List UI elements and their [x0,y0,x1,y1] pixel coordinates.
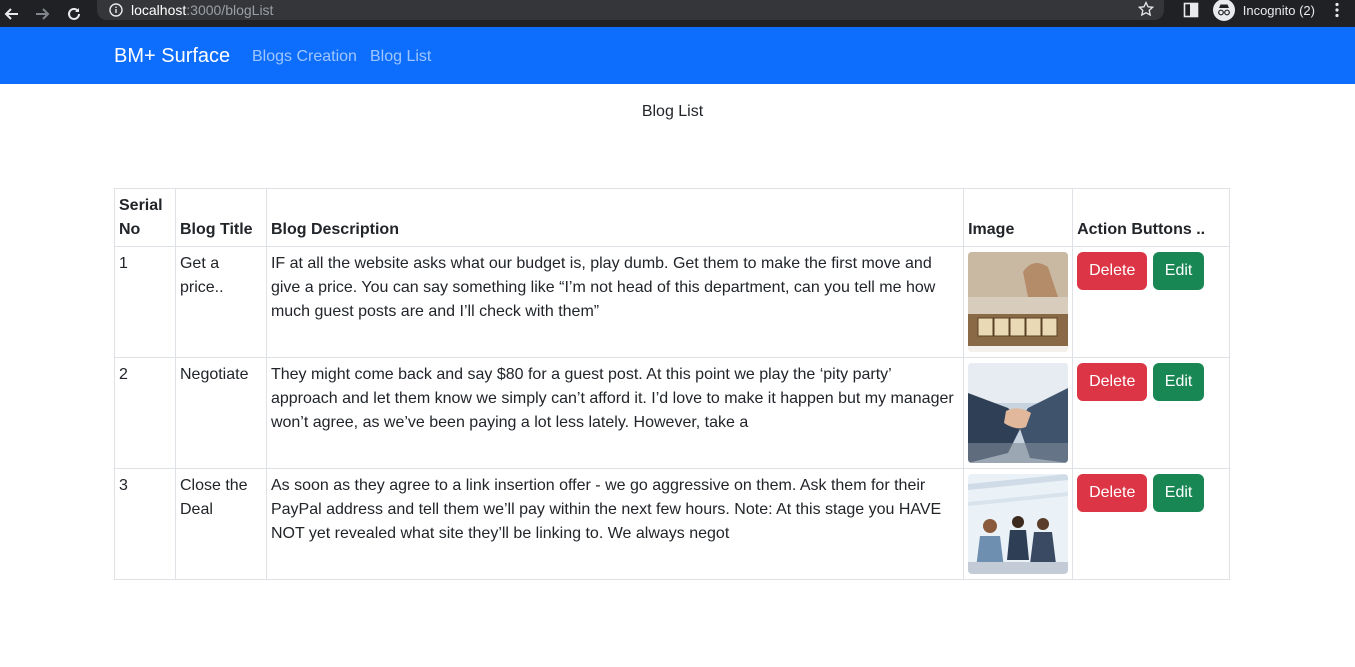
bookmark-star-icon[interactable] [1138,1,1154,17]
row-actions: Delete Edit [1072,357,1230,469]
header-action-buttons: Action Buttons .. [1072,188,1230,247]
price-blocks-image [968,252,1069,352]
more-menu-icon[interactable] [1335,2,1339,18]
delete-button[interactable]: Delete [1077,474,1148,512]
app-navbar: BM+ Surface Blogs Creation Blog List [0,27,1355,84]
page-title: Blog List [641,103,704,120]
header-serial-no: Serial No [114,188,176,247]
reload-icon[interactable] [64,4,84,24]
edit-button[interactable]: Edit [1152,252,1205,290]
row-serial: 3 [114,468,176,580]
table-row: 3 Close the Deal As soon as they agree t… [114,468,1230,580]
browser-toolbar: localhost:3000/blogList Incognito (2) [0,0,1355,27]
delete-button[interactable]: Delete [1077,252,1148,290]
header-serial-line2: No [119,221,141,238]
table-row: 2 Negotiate They might come back and say… [114,357,1230,469]
back-arrow-icon[interactable] [2,4,22,24]
row-serial: 2 [114,357,176,469]
business-meeting-image [968,474,1069,574]
incognito-icon [1212,0,1235,21]
row-description: They might come back and say $80 for a g… [265,357,965,469]
side-panel-icon[interactable] [1183,2,1199,18]
row-actions: Delete Edit [1072,246,1230,358]
row-description: IF at all the website asks what our budg… [265,246,965,358]
header-serial-line1: Serial [119,197,163,214]
edit-button[interactable]: Edit [1152,474,1205,512]
profile-label: Incognito (2) [1242,2,1315,18]
row-title: Get a price.. [174,246,267,358]
row-actions: Delete Edit [1072,468,1230,580]
row-image-cell [963,468,1074,580]
delete-button[interactable]: Delete [1077,363,1148,401]
row-serial: 1 [114,246,176,358]
row-image-cell [963,357,1074,469]
header-blog-description: Blog Description [265,188,965,247]
address-bar[interactable]: localhost:3000/blogList [97,0,1164,20]
url-host: localhost [131,2,187,18]
table-row: 1 Get a price.. IF at all the website as… [114,246,1230,358]
handshake-image [968,363,1069,463]
site-info-icon[interactable] [109,3,123,17]
row-image-cell [963,246,1074,358]
nav-link-blog-list[interactable]: Blog List [370,48,431,66]
blog-table: Serial No Blog Title Blog Description Ima… [114,188,1230,580]
forward-arrow-icon[interactable] [32,4,52,24]
row-title: Close the Deal [174,468,267,580]
edit-button[interactable]: Edit [1152,363,1205,401]
incognito-profile-button[interactable]: Incognito (2) [1212,0,1315,21]
row-title: Negotiate [174,357,267,469]
nav-link-blogs-creation[interactable]: Blogs Creation [252,48,357,66]
url-path: :3000/blogList [186,2,274,18]
row-description: As soon as they agree to a link insertio… [265,468,965,580]
header-image: Image [963,188,1074,247]
brand-logo[interactable]: BM+ Surface [114,45,230,68]
header-blog-title: Blog Title [174,188,267,247]
table-header-row: Serial No Blog Title Blog Description Ima… [114,188,1230,247]
